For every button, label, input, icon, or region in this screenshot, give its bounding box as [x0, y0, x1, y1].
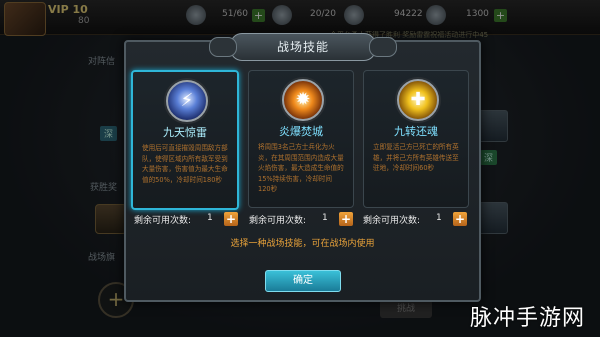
skill-name: 九天惊雷: [163, 126, 207, 139]
remaining-count-value: 1: [207, 213, 213, 223]
skill-name: 九转还魂: [394, 125, 438, 138]
remaining-count-label: 剩余可用次数:: [363, 216, 421, 226]
fire-icon: ✹: [282, 79, 324, 121]
revive-icon: ✚: [397, 79, 439, 121]
title-wing-right: [369, 37, 397, 57]
skill-description: 使用后可直接摧毁周围敌方部队，使得区域内所有敌军受到大量伤害，伤害值为最大生命值…: [142, 144, 228, 184]
dialog-title: 战场技能: [276, 40, 329, 54]
site-watermark: 脉冲手游网: [470, 306, 586, 331]
add-uses-button[interactable]: +: [453, 212, 467, 226]
skill-description: 将周围3名己方士兵化为火炎，在其周围范围内造成大量火焰伤害，最大造成生命值的15…: [258, 143, 344, 193]
remaining-count-label: 剩余可用次数:: [134, 216, 192, 226]
skill-card-revive[interactable]: ✚ 九转还魂 立即复活己方已死亡的所有英雄，并将己方所有英雄传送至驻地，冷却时间…: [363, 70, 469, 208]
title-wing-left: [209, 37, 237, 57]
skill-name: 炎爆焚城: [279, 125, 323, 138]
remaining-count-value: 1: [322, 213, 328, 223]
thunder-icon: ⚡: [166, 80, 208, 122]
remaining-count-label: 剩余可用次数:: [249, 216, 307, 226]
remaining-count-value: 1: [436, 213, 442, 223]
selection-hint: 选择一种战场技能，可在战场内使用: [230, 239, 375, 249]
add-uses-button[interactable]: +: [339, 212, 353, 226]
skill-card-thunder[interactable]: ⚡ 九天惊雷 使用后可直接摧毁周围敌方部队，使得区域内所有敌军受到大量伤害，伤害…: [131, 70, 239, 210]
dialog-title-plate: 战场技能: [209, 33, 397, 61]
remaining-count-row-2: 剩余可用次数: 1 +: [249, 212, 359, 228]
skill-card-fire[interactable]: ✹ 炎爆焚城 将周围3名己方士兵化为火炎，在其周围范围内造成大量火焰伤害，最大造…: [248, 70, 354, 208]
add-uses-button[interactable]: +: [224, 212, 238, 226]
skill-description: 立即复活己方已死亡的所有英雄，并将己方所有英雄传送至驻地，冷却时间60秒: [373, 143, 459, 172]
battle-skill-dialog: 战场技能 ⚡ 九天惊雷 使用后可直接摧毁周围敌方部队，使得区域内所有敌军受到大量…: [124, 33, 481, 302]
confirm-button[interactable]: 确定: [265, 270, 341, 292]
remaining-count-row-3: 剩余可用次数: 1 +: [363, 212, 473, 228]
remaining-count-row-1: 剩余可用次数: 1 +: [134, 212, 244, 228]
